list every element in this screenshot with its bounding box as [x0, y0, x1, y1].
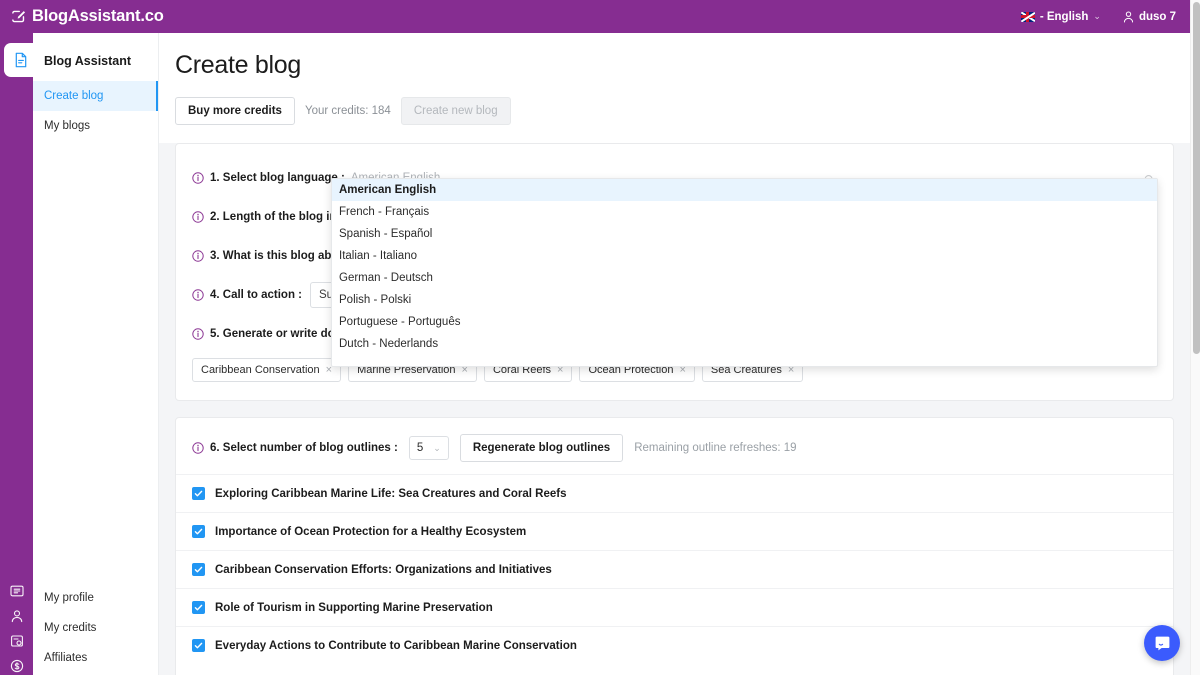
uk-flag-icon: [1021, 12, 1035, 22]
checkbox-checked-icon[interactable]: [192, 525, 205, 538]
brand-name: BlogAssistant.co: [32, 7, 164, 26]
sidebar-bottom-nav: My profile My credits Affiliates: [33, 583, 158, 673]
sidebar-item-affiliates[interactable]: Affiliates: [33, 643, 158, 673]
checkbox-checked-icon[interactable]: [192, 639, 205, 652]
user-name: duso 7: [1139, 11, 1176, 23]
credit-card-icon[interactable]: [10, 634, 24, 648]
outline-count-value: 5: [417, 442, 423, 454]
outline-controls: 6. Select number of blog outlines : 5 ⌄ …: [176, 428, 1173, 474]
dropdown-option-label: Polish - Polski: [339, 294, 411, 306]
dropdown-option-label: Dutch - Nederlands: [339, 338, 438, 350]
user-menu[interactable]: duso 7: [1123, 11, 1176, 23]
outline-label: Importance of Ocean Protection for a Hea…: [215, 526, 526, 538]
page-title: Create blog: [175, 51, 1190, 80]
list-detail-icon[interactable]: [10, 584, 24, 598]
header-actions: Buy more credits Your credits: 184 Creat…: [159, 80, 1190, 143]
outline-row[interactable]: Everyday Actions to Contribute to Caribb…: [176, 626, 1173, 664]
chevron-down-icon: ⌄: [433, 443, 441, 454]
top-bar: BlogAssistant.co - English ⌄ duso 7: [0, 0, 1190, 33]
sidebar-item-my-profile[interactable]: My profile: [33, 583, 158, 613]
dropdown-option-american-english[interactable]: American English: [332, 179, 1157, 201]
language-label: - English: [1040, 11, 1089, 23]
page-scrollbar-thumb[interactable]: [1193, 2, 1200, 354]
dropdown-option-label: French - Français: [339, 206, 429, 218]
sidebar-nav: Create blog My blogs: [33, 81, 158, 141]
label-select-language: 1. Select blog language :: [192, 172, 345, 184]
dropdown-option-spanish[interactable]: Spanish - Español: [332, 223, 1157, 245]
dropdown-option-german[interactable]: German - Deutsch: [332, 267, 1157, 289]
label-call-to-action: 4. Call to action :: [192, 289, 302, 301]
icon-rail: [0, 33, 33, 675]
keyword-tag-label: Caribbean Conservation: [201, 364, 320, 376]
sidebar-item-my-credits[interactable]: My credits: [33, 613, 158, 643]
sidebar-item-label: Affiliates: [44, 652, 87, 664]
dropdown-option-label: American English: [339, 184, 436, 196]
info-circle-icon[interactable]: [192, 211, 204, 223]
outline-row[interactable]: Exploring Caribbean Marine Life: Sea Cre…: [176, 474, 1173, 512]
dropdown-option-label: Spanish - Español: [339, 228, 432, 240]
outline-label: Role of Tourism in Supporting Marine Pre…: [215, 602, 493, 614]
question-text: 4. Call to action :: [210, 289, 302, 301]
keyword-tag[interactable]: Caribbean Conservation ×: [192, 358, 341, 382]
credits-count: Your credits: 184: [305, 105, 391, 117]
info-circle-icon[interactable]: [192, 250, 204, 262]
dropdown-option-french[interactable]: French - Français: [332, 201, 1157, 223]
blog-outlines-card: 6. Select number of blog outlines : 5 ⌄ …: [175, 417, 1174, 675]
checkbox-checked-icon[interactable]: [192, 487, 205, 500]
dropdown-option-polish[interactable]: Polish - Polski: [332, 289, 1157, 311]
question-text: 6. Select number of blog outlines :: [210, 442, 398, 454]
sidebar-item-label: Create blog: [44, 90, 103, 102]
language-dropdown-menu[interactable]: American English French - Français Spani…: [331, 178, 1158, 367]
dropdown-option-dutch[interactable]: Dutch - Nederlands: [332, 333, 1157, 355]
pencil-square-icon: [11, 9, 26, 24]
dropdown-option-label: German - Deutsch: [339, 272, 433, 284]
outline-row[interactable]: Role of Tourism in Supporting Marine Pre…: [176, 588, 1173, 626]
rail-tab-blog-assistant[interactable]: [4, 43, 37, 77]
label-number-of-outlines: 6. Select number of blog outlines :: [192, 442, 398, 454]
info-circle-icon[interactable]: [192, 172, 204, 184]
outline-label: Exploring Caribbean Marine Life: Sea Cre…: [215, 488, 567, 500]
regenerate-outlines-button[interactable]: Regenerate blog outlines: [460, 434, 623, 462]
outline-count-select[interactable]: 5 ⌄: [409, 436, 449, 460]
dropdown-option-italian[interactable]: Italian - Italiano: [332, 245, 1157, 267]
sidebar-item-my-blogs[interactable]: My blogs: [33, 111, 158, 141]
sidebar: Blog Assistant Create blog My blogs My p…: [33, 33, 159, 675]
checkbox-checked-icon[interactable]: [192, 601, 205, 614]
info-circle-icon[interactable]: [192, 328, 204, 340]
dropdown-option-portuguese[interactable]: Portuguese - Português: [332, 311, 1157, 333]
chevron-down-icon: ⌄: [1093, 11, 1101, 22]
buy-more-credits-button[interactable]: Buy more credits: [175, 97, 295, 125]
person-icon: [1123, 11, 1134, 23]
sidebar-item-label: My credits: [44, 622, 96, 634]
outline-row[interactable]: Caribbean Conservation Efforts: Organiza…: [176, 550, 1173, 588]
language-picker[interactable]: - English ⌄: [1021, 11, 1101, 23]
person-icon[interactable]: [10, 609, 24, 623]
question-text: 1. Select blog language :: [210, 172, 345, 184]
info-circle-icon[interactable]: [192, 442, 204, 454]
dropdown-option-label: Portuguese - Português: [339, 316, 460, 328]
create-new-blog-button: Create new blog: [401, 97, 511, 125]
checkbox-checked-icon[interactable]: [192, 563, 205, 576]
outline-row[interactable]: Importance of Ocean Protection for a Hea…: [176, 512, 1173, 550]
dollar-circle-icon[interactable]: [10, 659, 24, 673]
chat-bubble-icon: [1154, 635, 1171, 652]
remaining-refreshes-text: Remaining outline refreshes: 19: [634, 442, 796, 454]
document-icon: [14, 52, 28, 68]
page-scrollbar-track[interactable]: [1190, 0, 1200, 675]
outline-label: Everyday Actions to Contribute to Caribb…: [215, 640, 577, 652]
page-header: Create blog: [159, 33, 1190, 80]
info-circle-icon[interactable]: [192, 289, 204, 301]
chat-widget-button[interactable]: [1144, 625, 1180, 661]
sidebar-item-label: My blogs: [44, 120, 90, 132]
sidebar-item-label: My profile: [44, 592, 94, 604]
brand-logo[interactable]: BlogAssistant.co: [11, 7, 164, 26]
sidebar-title: Blog Assistant: [33, 33, 158, 68]
outline-label: Caribbean Conservation Efforts: Organiza…: [215, 564, 552, 576]
dropdown-option-label: Italian - Italiano: [339, 250, 417, 262]
sidebar-item-create-blog[interactable]: Create blog: [33, 81, 158, 111]
